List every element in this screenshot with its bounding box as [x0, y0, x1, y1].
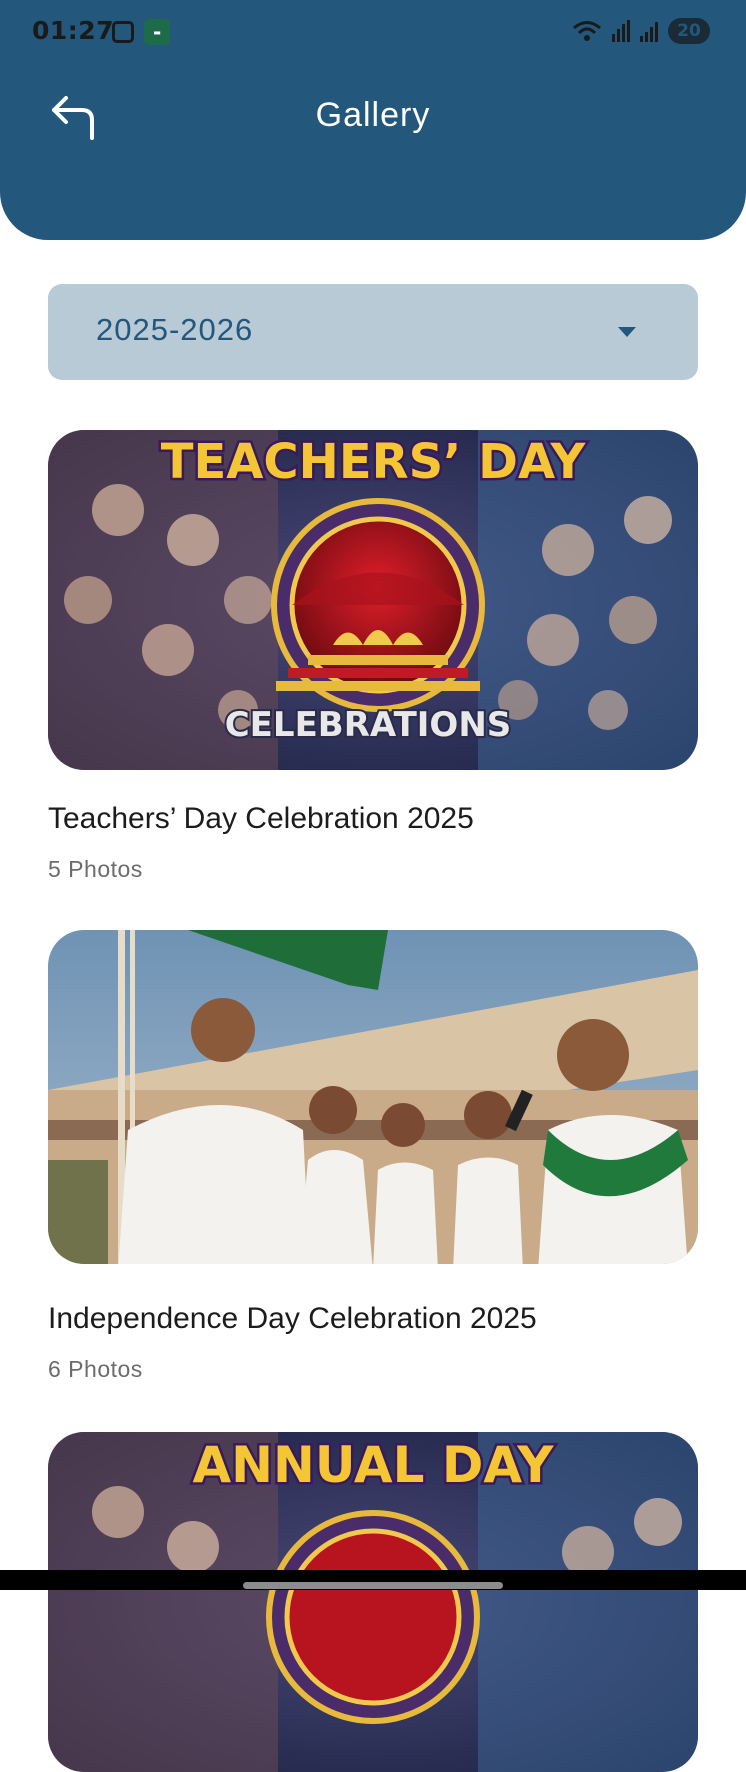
album-thumbnail: TEACHERS’ DAY CELEBRATIONS: [48, 430, 698, 770]
signal-icon: [640, 20, 658, 42]
chevron-down-icon: [618, 327, 636, 337]
year-dropdown-value: 2025-2026: [96, 312, 254, 347]
status-left-icons: ▬: [112, 19, 170, 45]
album-photo-count: 6 Photos: [48, 1356, 143, 1382]
independence-day-photo: [48, 930, 698, 1264]
status-right-icons: 20: [572, 18, 710, 44]
app-notification-icon: ▬: [144, 19, 170, 45]
album-card[interactable]: Independence Day Celebration 2025 6 Phot…: [48, 930, 698, 1382]
album-thumbnail: ANNUAL DAY: [48, 1432, 698, 1772]
app-header: 01:27 ▬ 20 Gallery: [0, 0, 746, 240]
battery-icon: 20: [668, 18, 710, 44]
poster-footer: CELEBRATIONS: [225, 705, 512, 745]
album-title: Teachers’ Day Celebration 2025: [48, 802, 474, 835]
poster-heading: TEACHERS’ DAY: [161, 434, 587, 490]
year-dropdown[interactable]: 2025-2026: [48, 284, 698, 380]
poster-heading: ANNUAL DAY: [192, 1436, 554, 1494]
annual-day-poster: ANNUAL DAY: [48, 1432, 698, 1772]
page-title: Gallery: [315, 96, 431, 134]
status-time: 01:27: [32, 16, 115, 45]
teachers-day-poster: TEACHERS’ DAY CELEBRATIONS: [48, 430, 698, 770]
signal-icon: [612, 20, 630, 42]
home-gesture-handle[interactable]: [243, 1582, 503, 1589]
album-card[interactable]: ANNUAL DAY: [48, 1432, 698, 1772]
album-photo-count: 5 Photos: [48, 856, 143, 882]
album-title: Independence Day Celebration 2025: [48, 1302, 537, 1335]
battery-level: 20: [677, 21, 701, 41]
album-card[interactable]: TEACHERS’ DAY CELEBRATIONS Teachers’ Day…: [48, 430, 698, 882]
album-thumbnail: [48, 930, 698, 1264]
wifi-icon: [573, 21, 601, 41]
screenshot-icon: [112, 21, 134, 43]
